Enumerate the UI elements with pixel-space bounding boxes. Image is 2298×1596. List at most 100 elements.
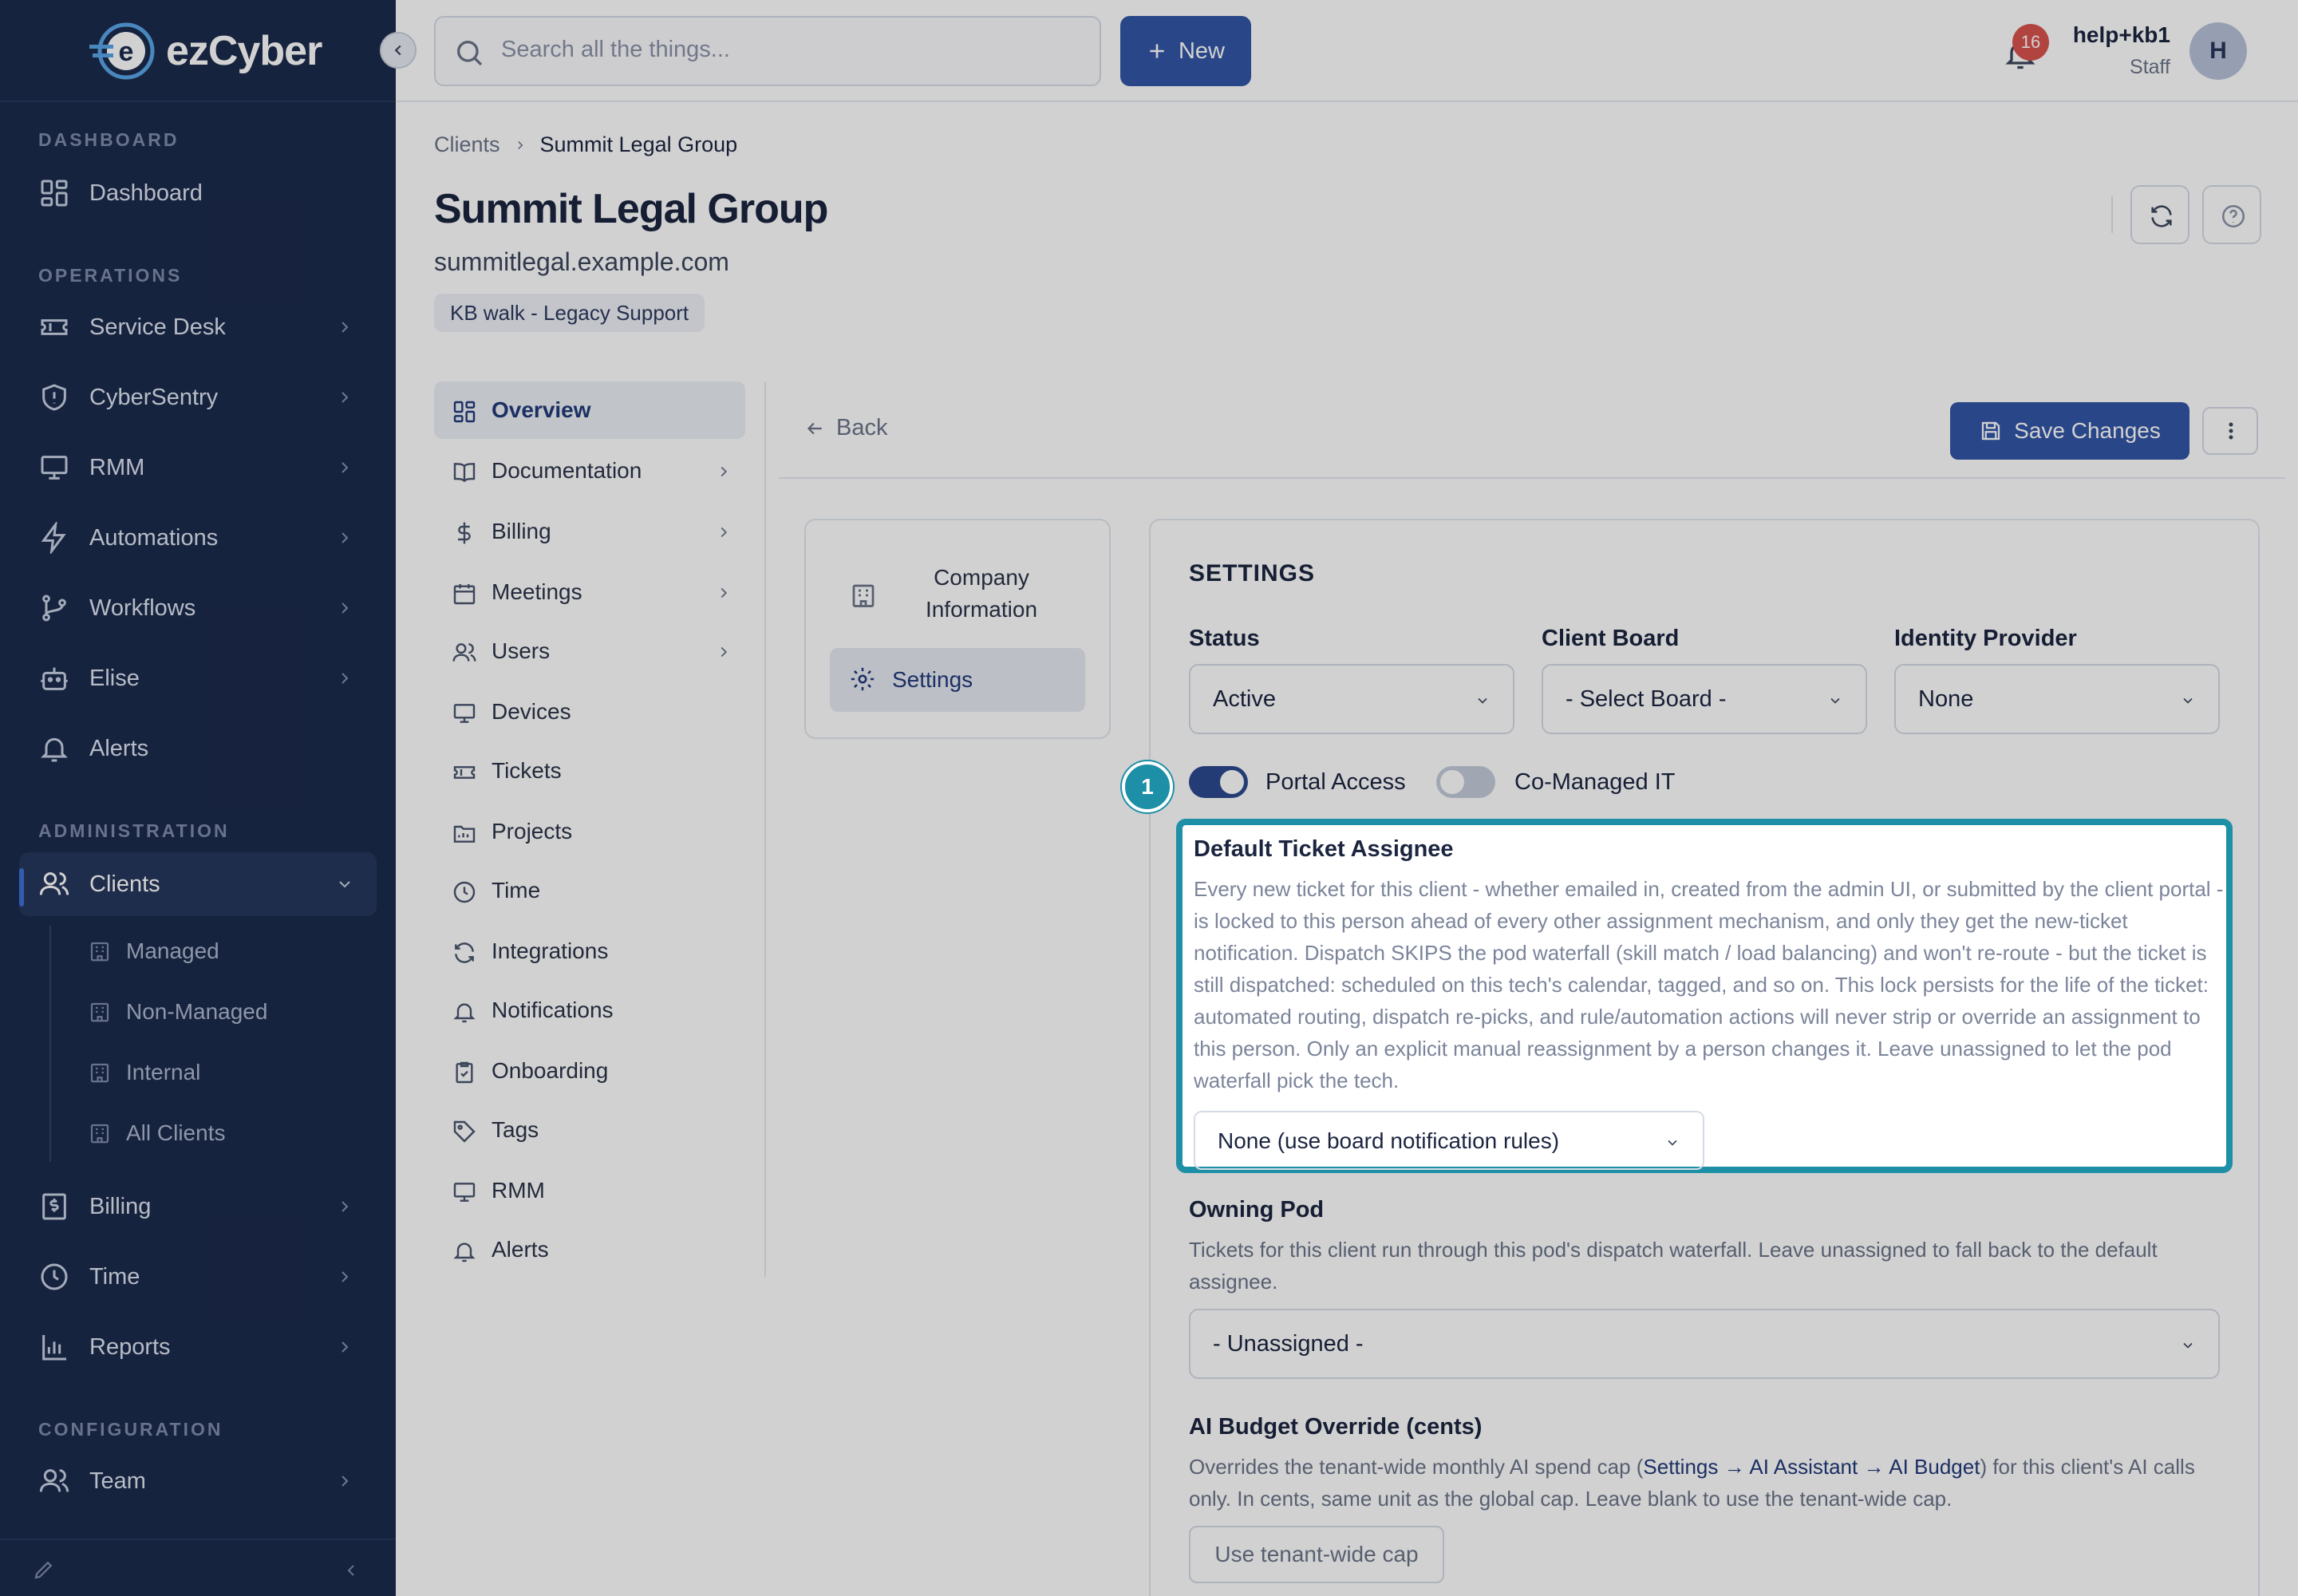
search-input[interactable]: Search all the things... xyxy=(434,16,1101,86)
ticket-icon xyxy=(41,319,68,335)
new-button[interactable]: New xyxy=(1120,16,1251,86)
building-icon xyxy=(90,1124,109,1144)
owning-pod-select[interactable]: - Unassigned - xyxy=(1189,1309,2220,1379)
sidebar-item-workflows[interactable]: Workflows xyxy=(19,576,377,640)
more-actions-button[interactable] xyxy=(2202,407,2258,455)
sidebar-subitem-managed[interactable]: Managed xyxy=(88,927,219,975)
building-icon xyxy=(90,942,109,962)
sidebar-item-clients[interactable]: Clients xyxy=(19,852,377,916)
sidebar-collapse-button[interactable] xyxy=(380,32,417,69)
sidebar-item-alerts[interactable]: Alerts xyxy=(19,717,377,780)
identity-provider-select[interactable]: None xyxy=(1894,664,2220,734)
sidebar-item-dashboard[interactable]: Dashboard xyxy=(19,161,377,225)
user-name[interactable]: help+kb1 xyxy=(2043,22,2170,48)
ai-budget-description: Overrides the tenant-wide monthly AI spe… xyxy=(1189,1451,2226,1515)
billing-icon xyxy=(42,1193,66,1220)
client-nav-users[interactable]: Users xyxy=(434,622,745,680)
sidebar-item-label: Service Desk xyxy=(89,314,226,340)
client-nav-label: Users xyxy=(492,638,551,663)
default-assignee-select[interactable]: None (use board notification rules) xyxy=(1194,1111,1704,1170)
help-button[interactable] xyxy=(2202,185,2261,244)
sidebar-item-label: Billing xyxy=(89,1193,152,1219)
tab-settings[interactable]: Settings xyxy=(830,648,1085,712)
sidebar-subitem-internal[interactable]: Internal xyxy=(88,1049,200,1096)
portal-access-toggle[interactable] xyxy=(1189,766,1248,798)
save-changes-button[interactable]: Save Changes xyxy=(1950,402,2189,460)
client-nav-rmm[interactable]: RMM xyxy=(434,1162,745,1219)
sync-icon xyxy=(455,942,474,963)
help-icon xyxy=(2221,204,2245,228)
client-nav-tags[interactable]: Tags xyxy=(434,1101,745,1159)
client-board-select[interactable]: - Select Board - xyxy=(1542,664,1867,734)
client-tag-badge[interactable]: KB walk - Legacy Support xyxy=(434,294,705,332)
users-icon xyxy=(452,643,476,662)
sidebar-subitem-all-clients[interactable]: All Clients xyxy=(88,1109,225,1157)
gear-icon xyxy=(851,667,875,691)
client-nav-overview[interactable]: Overview xyxy=(434,381,745,439)
client-nav-label: Onboarding xyxy=(492,1058,609,1083)
monitor-icon xyxy=(41,456,68,480)
owning-pod-value: - Unassigned - xyxy=(1213,1331,1364,1357)
toggle-knob xyxy=(1440,770,1464,794)
save-icon xyxy=(1982,421,2000,440)
client-nav-label: Billing xyxy=(492,519,551,543)
brand-logo[interactable]: e ezCyber xyxy=(86,21,322,81)
new-button-label: New xyxy=(1178,38,1225,64)
client-nav-billing[interactable]: Billing xyxy=(434,503,745,560)
client-nav-time[interactable]: Time xyxy=(434,862,745,919)
sidebar-item-label: Automations xyxy=(89,524,219,551)
building-icon xyxy=(852,584,875,607)
client-nav-onboarding[interactable]: Onboarding xyxy=(434,1042,745,1100)
chevron-right-icon xyxy=(342,462,349,473)
back-link[interactable]: Back xyxy=(804,415,887,441)
ai-budget-input[interactable]: Use tenant-wide cap xyxy=(1189,1526,1444,1583)
sidebar-item-service-desk[interactable]: Service Desk xyxy=(19,295,377,359)
breadcrumb-clients-link[interactable]: Clients xyxy=(434,132,500,157)
status-select[interactable]: Active xyxy=(1189,664,1514,734)
client-nav-meetings[interactable]: Meetings xyxy=(434,563,745,621)
app-page: e ezCyber DASHBOARD Dashboard OPERATIONS… xyxy=(0,0,2298,1596)
section-dashboard: DASHBOARD xyxy=(38,129,180,150)
chevron-right-icon xyxy=(721,587,728,598)
client-nav-devices[interactable]: Devices xyxy=(434,683,745,741)
sidebar-item-time[interactable]: Time xyxy=(19,1245,377,1309)
chevron-down-icon xyxy=(2183,697,2193,704)
tab-company-information[interactable]: Company Information xyxy=(830,554,1085,634)
client-nav-integrations[interactable]: Integrations xyxy=(434,922,745,980)
sidebar-item-billing[interactable]: Billing xyxy=(19,1175,377,1238)
chevron-right-icon xyxy=(721,646,728,658)
client-nav-documentation[interactable]: Documentation xyxy=(434,442,745,500)
bell-icon xyxy=(453,1003,476,1023)
sidebar-item-rmm[interactable]: RMM xyxy=(19,436,377,500)
sidebar-item-team[interactable]: Team xyxy=(19,1449,377,1513)
client-nav-notifications[interactable]: Notifications xyxy=(434,982,745,1039)
client-nav-tickets[interactable]: Tickets xyxy=(434,742,745,800)
client-nav-alerts[interactable]: Alerts xyxy=(434,1221,745,1278)
sidebar-subitem-label: All Clients xyxy=(126,1120,226,1145)
robot-icon xyxy=(41,667,68,690)
arrow-left-icon xyxy=(807,422,822,434)
ai-budget-settings-link[interactable]: Settings → AI Assistant → AI Budget xyxy=(1643,1455,1980,1479)
sidebar-item-label: Reports xyxy=(89,1333,171,1360)
sidebar-item-cybersentry[interactable]: CyberSentry xyxy=(19,365,377,429)
dollar-icon xyxy=(458,522,471,544)
avatar[interactable]: H xyxy=(2189,22,2247,80)
monitor-icon xyxy=(453,704,476,723)
sidebar-item-reports[interactable]: Reports xyxy=(19,1315,377,1379)
chevron-right-icon xyxy=(342,1271,349,1282)
chevron-right-icon xyxy=(342,673,349,684)
clipboard-check-icon xyxy=(456,1061,473,1084)
book-icon xyxy=(453,463,476,483)
client-nav-projects[interactable]: Projects xyxy=(434,803,745,860)
pencil-icon[interactable] xyxy=(32,1558,56,1582)
chevron-left-icon[interactable] xyxy=(342,1561,361,1580)
refresh-button[interactable] xyxy=(2130,185,2189,244)
sidebar-subitem-non-managed[interactable]: Non-Managed xyxy=(88,988,267,1036)
co-managed-toggle[interactable] xyxy=(1436,766,1495,798)
bell-icon xyxy=(453,1242,476,1262)
page-title: Summit Legal Group xyxy=(434,186,828,232)
sidebar-item-automations[interactable]: Automations xyxy=(19,506,377,570)
chevron-right-icon xyxy=(342,1201,349,1212)
logo-letter: e xyxy=(119,37,134,67)
sidebar-item-elise[interactable]: Elise xyxy=(19,646,377,710)
